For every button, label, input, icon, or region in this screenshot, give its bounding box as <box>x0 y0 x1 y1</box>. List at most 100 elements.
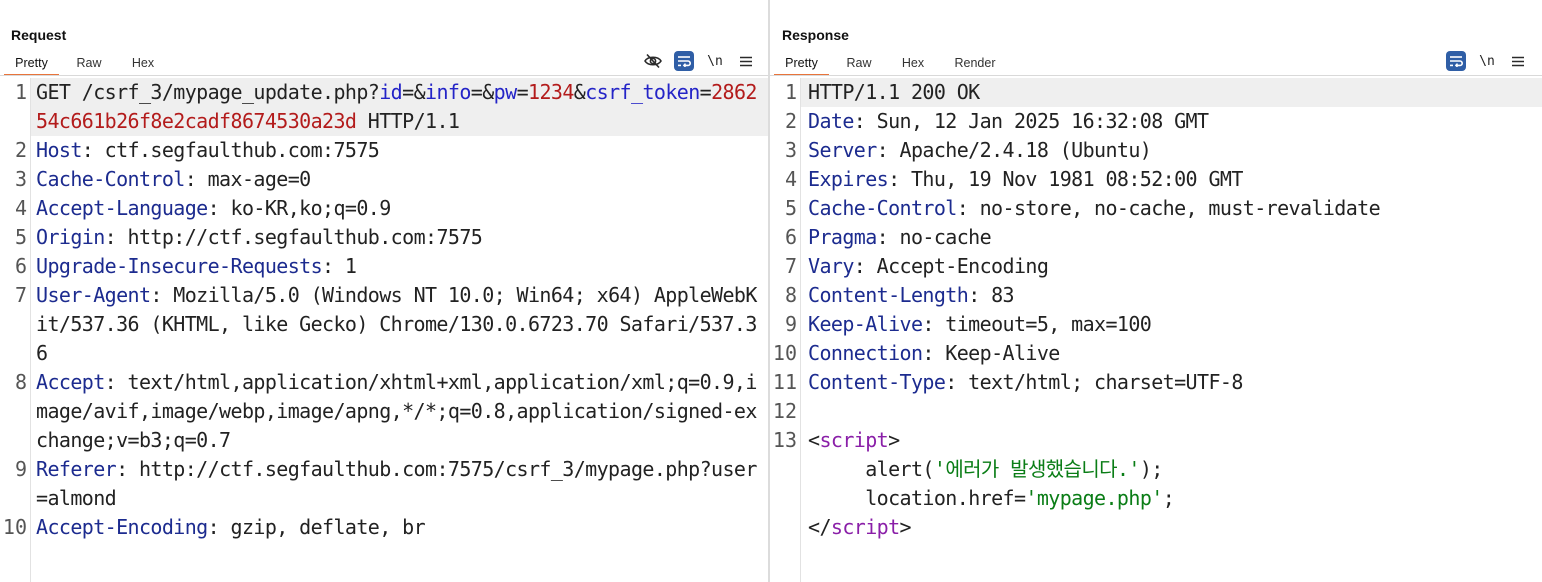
request-hide-button[interactable] <box>643 51 663 71</box>
code-token: : ko-KR,ko;q=0.9 <box>207 196 392 220</box>
code-token: info <box>425 80 471 104</box>
code-token: Accept <box>36 370 105 394</box>
code-token: Accept-Language <box>36 196 208 220</box>
line-content: Server: Apache/2.4.18 (Ubuntu) <box>801 136 1542 165</box>
response-menu-button[interactable] <box>1508 51 1528 71</box>
hamburger-menu-icon <box>1512 56 1524 66</box>
code-token: 'mypage.php' <box>1025 486 1163 510</box>
line-number: 2 <box>784 109 797 133</box>
line-number: 11 <box>772 370 797 394</box>
line-number: 8 <box>14 370 27 394</box>
code-token: : text/html,application/xhtml+xml,applic… <box>36 370 757 452</box>
code-token: '에러가 발생했습니다.' <box>933 457 1141 481</box>
line-number: 2 <box>14 138 27 162</box>
request-tab-hex[interactable]: Hex <box>119 54 167 76</box>
line-number: 10 <box>772 341 797 365</box>
code-line: 5 Origin: http://ctf.segfaulthub.com:7575 <box>0 223 768 252</box>
code-token: =& <box>402 80 426 104</box>
line-content: <script> alert('에러가 발생했습니다.'); location.… <box>801 426 1542 542</box>
line-content: Content-Type: text/html; charset=UTF-8 <box>801 368 1542 397</box>
line-number: 4 <box>14 196 27 220</box>
line-number: 6 <box>14 254 27 278</box>
code-token: id <box>379 80 403 104</box>
code-line: 2 Host: ctf.segfaulthub.com:7575 <box>0 136 768 165</box>
line-number: 7 <box>14 283 27 307</box>
line-content: HTTP/1.1 200 OK <box>801 78 1542 107</box>
response-toolbar: \n <box>1435 51 1528 71</box>
code-token: Pragma <box>808 225 877 249</box>
code-token: script <box>819 428 889 452</box>
code-token: HTTP/1.1 <box>356 109 460 133</box>
code-token: : ctf.segfaulthub.com:7575 <box>81 138 380 162</box>
code-token: : Accept-Encoding <box>853 254 1049 278</box>
code-line: 13 <script> alert('에러가 발생했습니다.'); locatio… <box>770 426 1542 542</box>
code-token: Expires <box>808 167 889 191</box>
code-token: Connection <box>808 341 923 365</box>
code-token: : timeout=5, max=100 <box>922 312 1152 336</box>
code-token: Content-Type <box>808 370 946 394</box>
newline-label: \n <box>707 53 723 69</box>
code-token: = <box>699 80 712 104</box>
code-line: 3 Cache-Control: max-age=0 <box>0 165 768 194</box>
code-token: : http://ctf.segfaulthub.com:7575/csrf_3… <box>36 457 757 510</box>
response-newline-toggle[interactable]: \n <box>1477 51 1497 71</box>
code-token: : http://ctf.segfaulthub.com:7575 <box>104 225 483 249</box>
line-content: Pragma: no-cache <box>801 223 1542 252</box>
code-token: Cache-Control <box>808 196 957 220</box>
code-token: Upgrade-Insecure-Requests <box>36 254 323 278</box>
line-content: Keep-Alive: timeout=5, max=100 <box>801 310 1542 339</box>
request-menu-button[interactable] <box>736 51 756 71</box>
code-line: 6 Upgrade-Insecure-Requests: 1 <box>0 252 768 281</box>
code-token: : no-store, no-cache, must-revalidate <box>956 196 1381 220</box>
request-newline-toggle[interactable]: \n <box>705 51 725 71</box>
code-line: 3 Server: Apache/2.4.18 (Ubuntu) <box>770 136 1542 165</box>
response-tab-hex[interactable]: Hex <box>889 54 937 76</box>
code-token: : 1 <box>322 254 357 278</box>
request-tabs: Pretty Raw Hex <box>4 54 167 76</box>
code-token: csrf_token <box>585 80 700 104</box>
code-token: Vary <box>808 254 854 278</box>
response-editor[interactable]: 1 HTTP/1.1 200 OK 2 Date: Sun, 12 Jan 2025 … <box>770 78 1542 582</box>
response-wrap-toggle[interactable] <box>1446 51 1466 71</box>
code-token: pw <box>493 80 517 104</box>
response-tab-pretty[interactable]: Pretty <box>774 54 829 76</box>
request-editor[interactable]: 1 GET /csrf_3/mypage_update.php?id=&info=… <box>0 78 768 582</box>
code-token: Origin <box>36 225 105 249</box>
code-line: 9 Keep-Alive: timeout=5, max=100 <box>770 310 1542 339</box>
line-number: 5 <box>784 196 797 220</box>
line-content: Expires: Thu, 19 Nov 1981 08:52:00 GMT <box>801 165 1542 194</box>
request-tab-pretty[interactable]: Pretty <box>4 54 59 76</box>
code-token: Referer <box>36 457 117 481</box>
code-token: Cache-Control <box>36 167 185 191</box>
line-content: Upgrade-Insecure-Requests: 1 <box>31 252 768 281</box>
code-line: 7 User-Agent: Mozilla/5.0 (Windows NT 10.… <box>0 281 768 368</box>
code-line: 8 Content-Length: 83 <box>770 281 1542 310</box>
request-wrap-toggle[interactable] <box>674 51 694 71</box>
wrap-lines-icon <box>1450 56 1463 67</box>
line-number: 13 <box>772 428 797 452</box>
code-line: 9 Referer: http://ctf.segfaulthub.com:757… <box>0 455 768 513</box>
line-number: 5 <box>14 225 27 249</box>
code-token: & <box>573 80 586 104</box>
line-content: Vary: Accept-Encoding <box>801 252 1542 281</box>
code-token: Date <box>808 109 854 133</box>
response-tab-render[interactable]: Render <box>937 54 1013 76</box>
code-line: 7 Vary: Accept-Encoding <box>770 252 1542 281</box>
code-token: Content-Length <box>808 283 969 307</box>
response-tab-underline <box>770 75 1542 76</box>
request-tab-raw[interactable]: Raw <box>59 54 119 76</box>
request-pane: Request Pretty Raw Hex \n 1 GET /csrf_3/m… <box>0 0 768 582</box>
code-token: : Apache/2.4.18 (Ubuntu) <box>876 138 1152 162</box>
line-content: Referer: http://ctf.segfaulthub.com:7575… <box>31 455 768 513</box>
response-tab-raw[interactable]: Raw <box>829 54 889 76</box>
line-number: 1 <box>784 80 797 104</box>
code-token: HTTP/1.1 200 OK <box>808 80 980 104</box>
code-token: script <box>830 515 900 539</box>
line-content: Content-Length: 83 <box>801 281 1542 310</box>
line-content: GET /csrf_3/mypage_update.php?id=&info=&… <box>31 78 768 136</box>
code-token: Accept-Encoding <box>36 515 208 539</box>
code-token: Keep-Alive <box>808 312 923 336</box>
line-content: Accept-Language: ko-KR,ko;q=0.9 <box>31 194 768 223</box>
code-token: = <box>516 80 529 104</box>
code-line: 4 Expires: Thu, 19 Nov 1981 08:52:00 GMT <box>770 165 1542 194</box>
